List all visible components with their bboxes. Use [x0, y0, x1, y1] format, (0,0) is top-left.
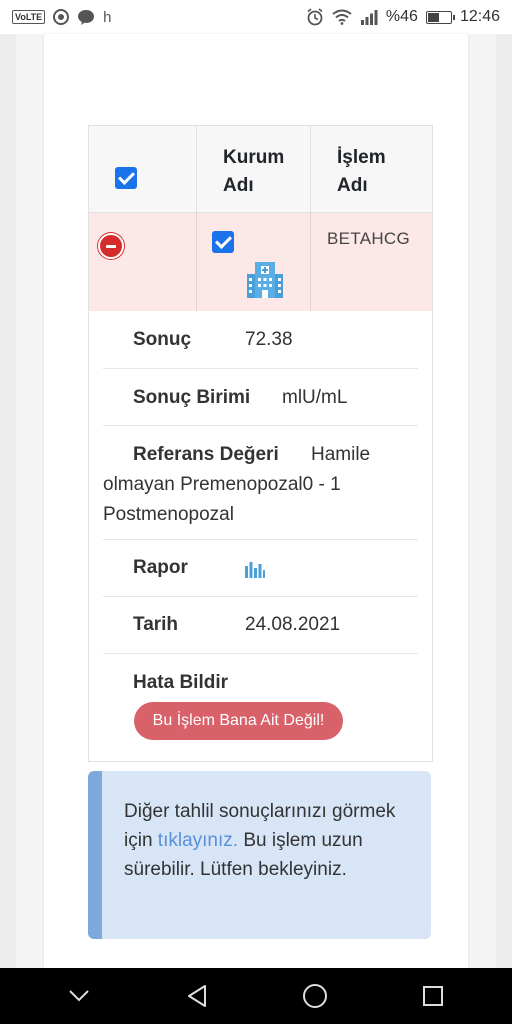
navigation-bar	[0, 968, 512, 1024]
row-kurum-cell	[197, 213, 311, 311]
islem-name: BETAHCG	[327, 229, 411, 248]
detail-sonuc: Sonuç 72.38	[103, 311, 418, 369]
detail-tarih: Tarih 24.08.2021	[103, 597, 418, 654]
recents-icon	[423, 986, 443, 1006]
header-select-cell	[89, 126, 197, 212]
row-remove-cell	[89, 213, 197, 311]
detail-referans: Referans Değeri Hamile olmayan Premenopo…	[103, 426, 418, 540]
home-icon	[303, 984, 327, 1008]
chevron-down-icon	[69, 990, 89, 1002]
status-bar-left: VoLTE h	[12, 9, 112, 26]
referans-label: Referans Değeri	[133, 444, 279, 465]
nav-back[interactable]	[177, 976, 217, 1016]
status-bar-right: %46 12:46	[306, 8, 500, 26]
signal-icon	[360, 10, 378, 25]
table-row[interactable]: BETAHCG	[89, 213, 432, 311]
rapor-label: Rapor	[133, 557, 188, 578]
tarih-value: 24.08.2021	[245, 614, 341, 635]
select-all-checkbox[interactable]	[115, 167, 137, 189]
birim-value: mlU/mL	[282, 387, 348, 408]
tarih-label: Tarih	[133, 614, 179, 635]
battery-icon	[425, 10, 455, 24]
results-table: Kurum Adı İşlem Adı BETAHCG Sonuç 72.38 …	[88, 125, 433, 762]
referans-value-line2: olmayan Premenopozal0 - 1	[103, 474, 341, 495]
status-bar: VoLTE h %46 12:46	[0, 0, 512, 34]
row-islem-cell: BETAHCG	[311, 213, 432, 311]
clock: 12:46	[459, 8, 500, 25]
header-kurum: Kurum Adı	[197, 126, 311, 212]
volte-indicator: VoLTE	[12, 10, 46, 24]
bar-chart-icon[interactable]	[245, 560, 265, 578]
header-islem-label: İşlem Adı	[337, 147, 386, 196]
referans-value-line3: Postmenopozal	[103, 504, 234, 525]
back-icon	[188, 985, 206, 1007]
nav-recents[interactable]	[413, 976, 453, 1016]
header-islem: İşlem Adı	[311, 126, 432, 212]
message-icon	[78, 10, 95, 25]
row-checkbox[interactable]	[212, 231, 234, 253]
detail-rapor: Rapor	[103, 540, 418, 597]
hospital-icon	[247, 262, 283, 298]
table-header: Kurum Adı İşlem Adı	[89, 126, 432, 213]
detail-list: Sonuç 72.38 Sonuç Birimi mlU/mL Referans…	[89, 311, 432, 760]
alarm-icon	[307, 8, 323, 26]
notification-letter: h	[103, 8, 112, 26]
info-alert: Diğer tahlil sonuçlarınızı görmek için t…	[88, 771, 431, 939]
remove-row-button[interactable]	[98, 233, 124, 259]
detail-birim: Sonuç Birimi mlU/mL	[103, 369, 418, 426]
battery-percent: %46	[385, 8, 418, 25]
wifi-icon	[332, 9, 352, 25]
sonuc-value: 72.38	[245, 329, 293, 350]
nav-collapse[interactable]	[59, 976, 99, 1016]
report-error-button[interactable]: Bu İşlem Bana Ait Değil!	[134, 702, 343, 740]
chrome-icon	[53, 9, 70, 25]
battery-level	[427, 12, 439, 22]
referans-value-line1: Hamile	[311, 444, 371, 465]
sonuc-label: Sonuç	[133, 329, 192, 350]
birim-label: Sonuç Birimi	[133, 387, 251, 408]
hata-label: Hata Bildir	[133, 672, 229, 693]
header-kurum-label: Kurum Adı	[223, 147, 285, 196]
nav-home[interactable]	[295, 976, 335, 1016]
info-link[interactable]: tıklayınız.	[158, 830, 238, 851]
